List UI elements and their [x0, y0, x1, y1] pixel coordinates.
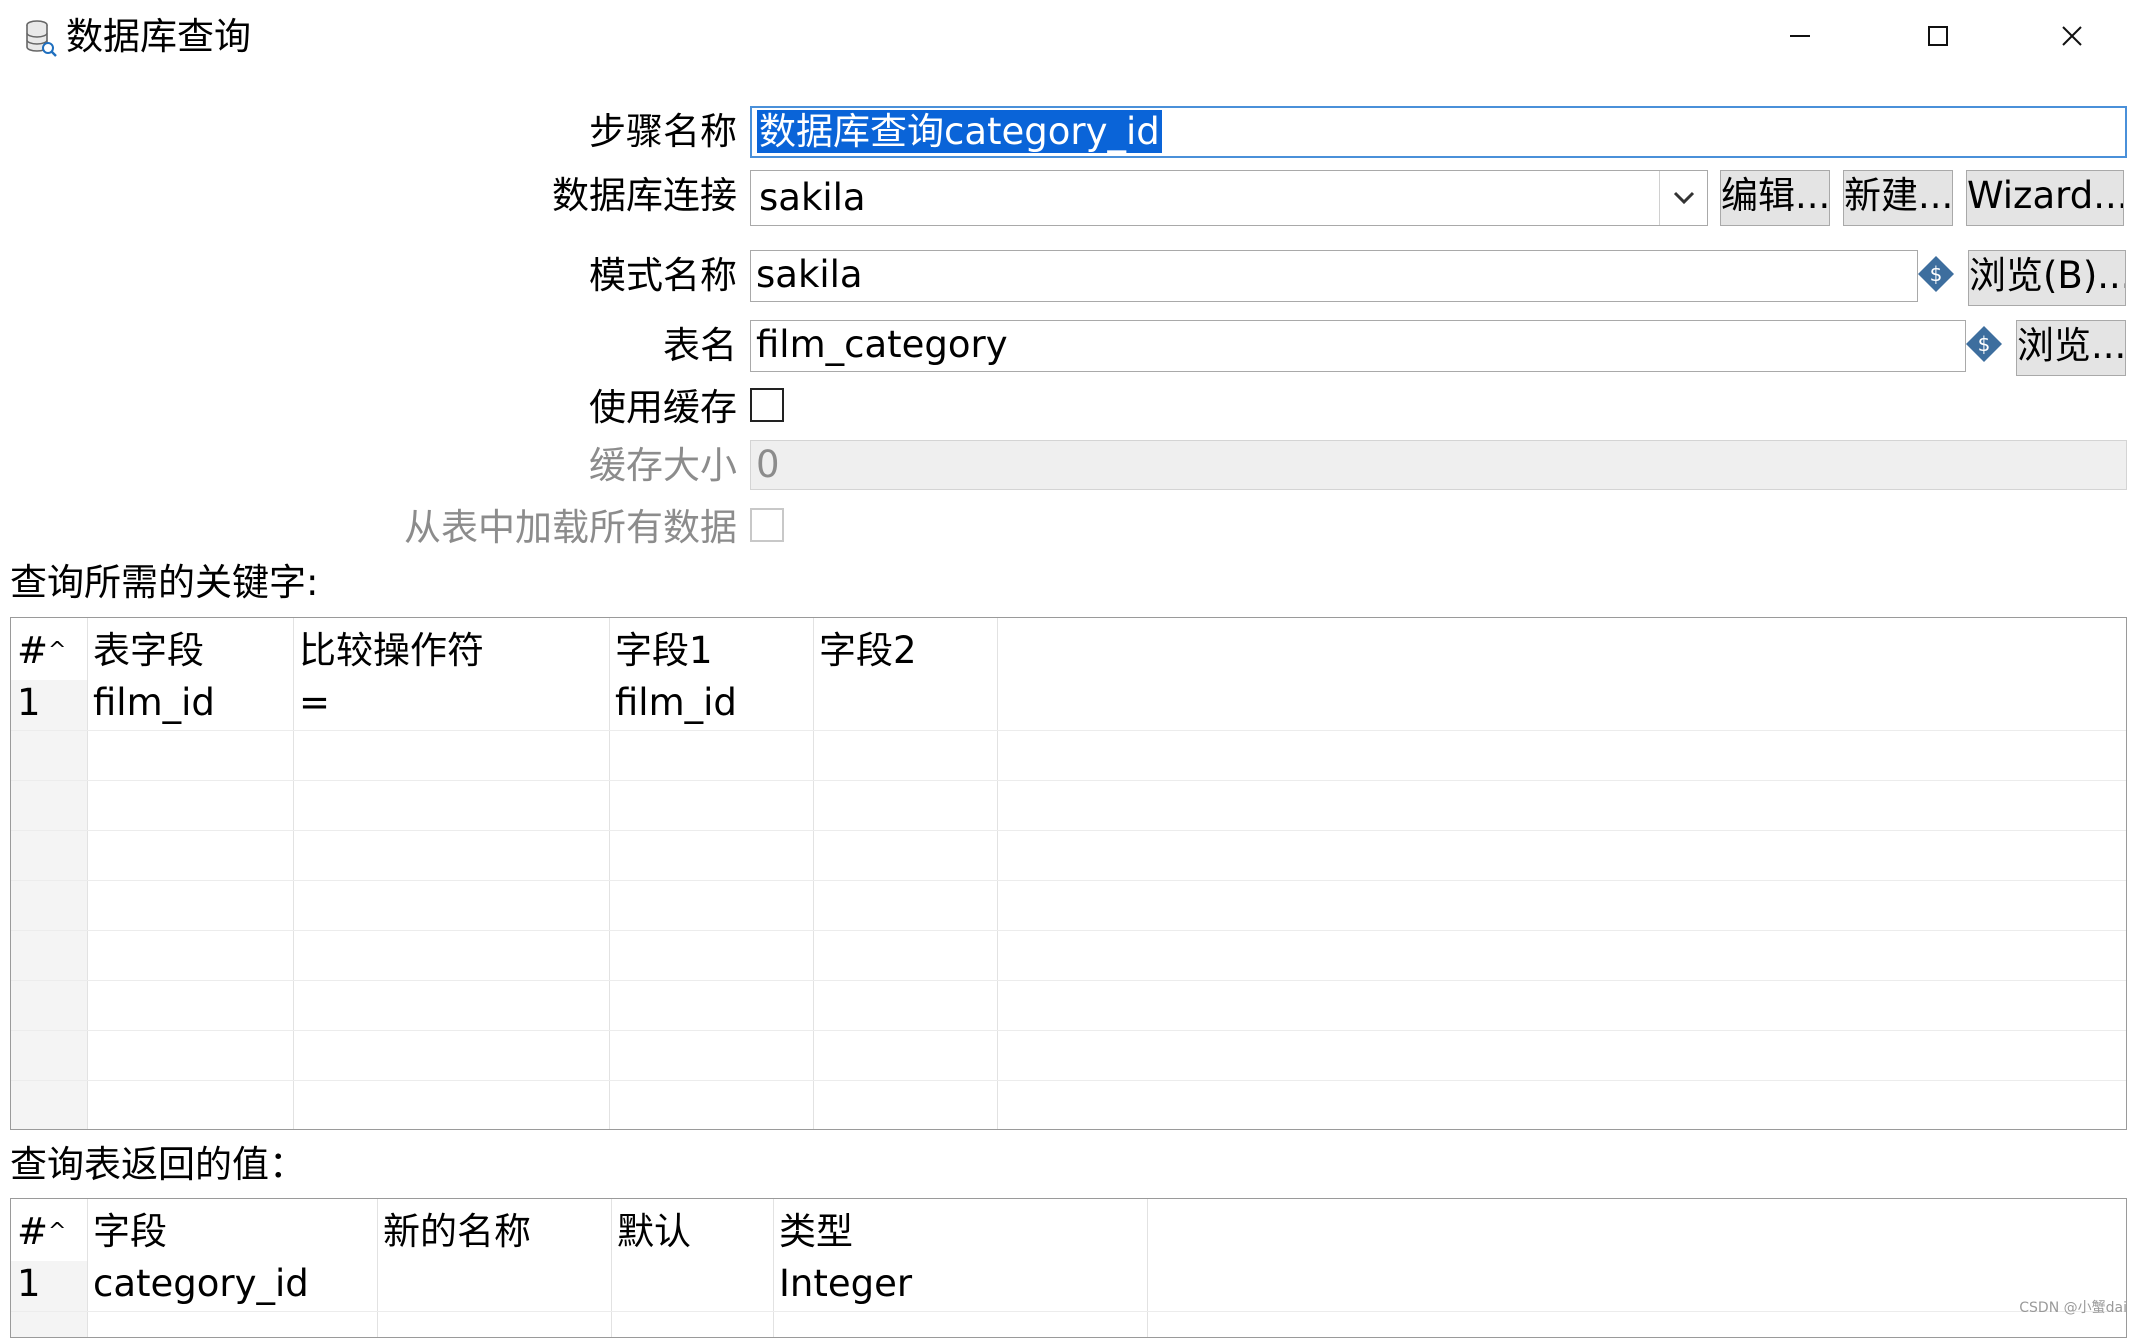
schema-name-input[interactable]: sakila	[750, 250, 1918, 302]
cache-size-label: 缓存大小	[589, 444, 737, 487]
field-cell[interactable]: category_id	[87, 1259, 377, 1309]
column-header-default[interactable]: 默认	[611, 1207, 773, 1257]
column-header-type[interactable]: 类型	[773, 1207, 1147, 1257]
type-cell[interactable]: Integer	[773, 1259, 1147, 1309]
window-title: 数据库查询	[66, 15, 251, 58]
watermark: CSDN @小蟹dai	[2019, 1300, 2127, 1316]
comparator-cell[interactable]: =	[293, 678, 609, 728]
load-all-data-label: 从表中加载所有数据	[404, 506, 737, 549]
close-icon	[2062, 26, 2082, 46]
table-name-input[interactable]: film_category	[750, 320, 1966, 372]
db-connection-select[interactable]: sakila	[750, 170, 1708, 226]
column-header-field2[interactable]: 字段2	[813, 626, 997, 676]
step-name-label: 步骤名称	[589, 110, 737, 153]
sort-caret-icon: ^	[48, 638, 67, 663]
maximize-button[interactable]	[1888, 10, 1988, 62]
load-all-data-checkbox[interactable]	[750, 508, 784, 542]
table-field-cell[interactable]: film_id	[87, 678, 293, 728]
column-header-table-field[interactable]: 表字段	[87, 626, 293, 676]
lookup-keys-table[interactable]: #^ 表字段 比较操作符 字段1 字段2 1 film_id = film_id	[10, 617, 2127, 1130]
field1-cell[interactable]: film_id	[609, 678, 813, 728]
close-button[interactable]	[2022, 10, 2122, 62]
schema-name-label: 模式名称	[589, 254, 737, 297]
maximize-icon	[1928, 26, 1948, 46]
column-header-number[interactable]: #^	[11, 626, 87, 676]
variable-icon[interactable]: $	[1916, 254, 1956, 294]
column-header-comparator[interactable]: 比较操作符	[293, 626, 609, 676]
return-values-table[interactable]: #^ 字段 新的名称 默认 类型 1 category_id Integer	[10, 1198, 2127, 1338]
table-browse-button[interactable]: 浏览...	[2016, 320, 2126, 376]
wizard-button[interactable]: Wizard...	[1966, 170, 2124, 226]
row-number-column	[11, 680, 87, 1129]
column-header-new-name[interactable]: 新的名称	[377, 1207, 611, 1257]
use-cache-checkbox[interactable]	[750, 388, 784, 422]
step-name-selected-text: 数据库查询category_id	[757, 110, 1162, 153]
chevron-down-icon[interactable]	[1659, 171, 1707, 225]
table-name-label: 表名	[663, 324, 737, 367]
db-connection-value: sakila	[759, 176, 866, 219]
variable-icon[interactable]: $	[1964, 324, 2004, 364]
step-name-input[interactable]: 数据库查询category_id	[750, 106, 2127, 158]
edit-connection-button[interactable]: 编辑...	[1720, 170, 1830, 226]
database-search-icon	[24, 18, 58, 58]
cache-size-input[interactable]: 0	[750, 440, 2127, 490]
svg-text:$: $	[1978, 332, 1991, 356]
svg-text:$: $	[1930, 262, 1943, 286]
new-connection-button[interactable]: 新建...	[1843, 170, 1953, 226]
row-number: 1	[17, 1262, 41, 1305]
schema-browse-button[interactable]: 浏览(B)...	[1968, 250, 2126, 306]
use-cache-label: 使用缓存	[589, 386, 737, 429]
lookup-keys-title: 查询所需的关键字:	[10, 561, 319, 604]
sort-caret-icon: ^	[48, 1219, 67, 1244]
row-number: 1	[17, 681, 41, 724]
minimize-button[interactable]	[1750, 10, 1850, 62]
minimize-icon	[1790, 35, 1810, 37]
return-values-title: 查询表返回的值：	[10, 1143, 306, 1186]
column-header-field[interactable]: 字段	[87, 1207, 377, 1257]
column-header-field1[interactable]: 字段1	[609, 626, 813, 676]
column-header-number[interactable]: #^	[11, 1207, 87, 1257]
db-connection-label: 数据库连接	[552, 174, 737, 217]
